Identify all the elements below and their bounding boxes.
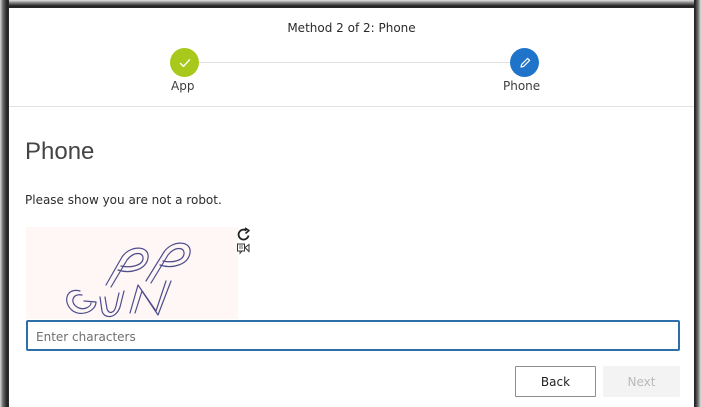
next-button[interactable]: Next bbox=[603, 366, 680, 397]
window-border-right bbox=[694, 0, 701, 407]
step-phone-label: Phone bbox=[503, 79, 541, 93]
pencil-icon bbox=[519, 57, 530, 68]
audio-captcha-icon[interactable] bbox=[236, 241, 252, 255]
captcha-tools bbox=[234, 225, 254, 255]
dialog-window: Method 2 of 2: Phone App Phone Phone Ple… bbox=[0, 0, 701, 407]
step-app-status bbox=[170, 48, 199, 77]
page-title: Phone bbox=[25, 138, 95, 165]
step-app-label: App bbox=[171, 79, 195, 93]
method-title: Method 2 of 2: Phone bbox=[287, 21, 416, 35]
checkmark-icon bbox=[179, 58, 190, 67]
progress-header: Method 2 of 2: Phone App Phone bbox=[9, 8, 694, 107]
back-button[interactable]: Back bbox=[515, 366, 596, 397]
robot-check-prompt: Please show you are not a robot. bbox=[25, 193, 222, 207]
window-border-top bbox=[0, 0, 701, 8]
captcha-image bbox=[26, 227, 238, 319]
window-border-left bbox=[0, 0, 9, 407]
stepper-connector bbox=[194, 62, 524, 63]
captcha-glyphs bbox=[66, 242, 191, 318]
step-phone-status bbox=[510, 48, 539, 77]
captcha-characters-input[interactable] bbox=[26, 320, 680, 351]
main-content: Phone Please show you are not a robot. E… bbox=[9, 107, 694, 407]
